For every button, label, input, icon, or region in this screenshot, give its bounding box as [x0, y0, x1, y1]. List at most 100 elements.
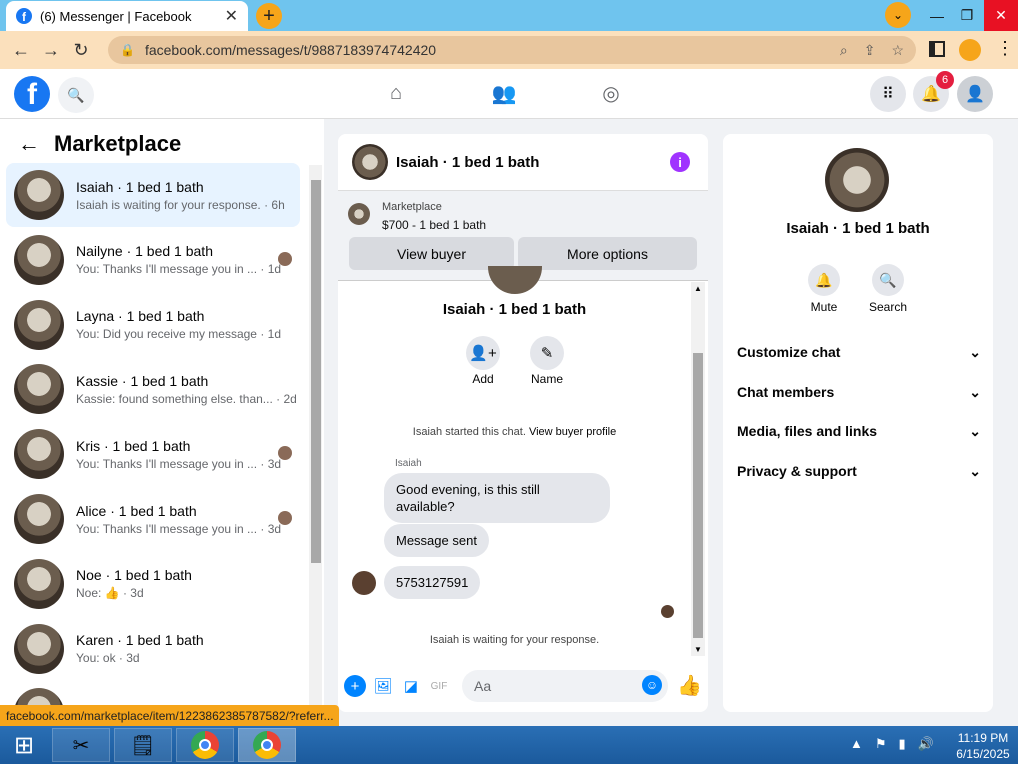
name-label: Name [530, 372, 563, 386]
volume-icon[interactable]: 🔊 [918, 736, 934, 752]
chat-header: Isaiah · 1 bed 1 bath i [338, 134, 708, 191]
conversation-preview: Kassie: found something else. than... · … [76, 391, 297, 406]
info-icon[interactable]: i [670, 152, 690, 172]
close-window-button[interactable]: ✕ [984, 0, 1018, 31]
tab-search-button[interactable]: ⌄ [885, 2, 911, 28]
chevron-down-icon: ⌄ [969, 383, 981, 400]
chat-avatar[interactable] [352, 144, 388, 180]
close-tab-icon[interactable]: ✕ [225, 6, 238, 26]
info-menu-item[interactable]: Customize chat ⌄ [737, 344, 981, 361]
read-receipt-avatar [661, 605, 674, 618]
groups-icon[interactable]: ◎ [598, 80, 624, 106]
search-icon[interactable]: 🔍 [872, 264, 904, 296]
conversation-preview: You: ok · 3d [76, 651, 140, 666]
info-menu-item[interactable]: Media, files and links ⌄ [737, 423, 981, 440]
conversation-avatar [14, 299, 64, 350]
chrome-icon[interactable] [176, 728, 234, 762]
thumbs-up-icon[interactable]: 👍 [677, 673, 702, 698]
back-icon[interactable]: ← [6, 35, 36, 65]
info-menu-item[interactable]: Chat members ⌄ [737, 384, 981, 401]
info-menu-item[interactable]: Privacy & support ⌄ [737, 463, 981, 480]
conversation-preview: Noe: 👍 · 3d [76, 586, 144, 601]
new-tab-button[interactable]: + [256, 3, 282, 29]
message-bubble: Message sent [384, 524, 489, 557]
taskbar-clock[interactable]: 11:19 PM 6/15/2025 [950, 730, 1016, 762]
facebook-logo-icon[interactable]: f [14, 76, 50, 112]
conversation-item[interactable]: Kris · 1 bed 1 bath You: Thanks I'll mess… [6, 422, 300, 486]
menu-grid-icon[interactable]: ⠿ [870, 76, 906, 112]
sidebar-toggle-icon[interactable] [929, 41, 945, 57]
photo-icon[interactable]: 🖼 [372, 675, 394, 697]
minimize-button[interactable]: — [920, 0, 954, 31]
account-avatar[interactable]: 👤 [957, 76, 993, 112]
chrome-active-icon[interactable] [238, 728, 296, 762]
add-person-icon[interactable]: 👤+ [466, 336, 500, 370]
conversation-name: Alice · 1 bed 1 bath [76, 502, 197, 519]
message-bubble: Good evening, is this still available? [384, 473, 610, 523]
reload-icon[interactable]: ↻ [66, 35, 96, 65]
chat-scrollbar-thumb[interactable] [693, 353, 703, 638]
emoji-icon[interactable]: ☺ [642, 675, 662, 695]
notification-badge: 6 [936, 71, 954, 89]
conversation-item[interactable]: Layna · 1 bed 1 bath You: Did you receive… [6, 293, 300, 357]
scroll-up-arrow-icon[interactable]: ▲ [694, 284, 702, 293]
status-bar-url: facebook.com/marketplace/item/1223862385… [0, 705, 339, 726]
profile-icon[interactable] [959, 39, 981, 61]
share-icon[interactable]: ⇪ [864, 42, 876, 59]
url-text: facebook.com/messages/t/9887183974742420 [144, 42, 437, 58]
conversation-avatar [14, 494, 64, 544]
gif-icon[interactable]: GIF [428, 675, 450, 697]
conversation-preview: Isaiah is waiting for your response. · 6… [76, 197, 285, 212]
conversation-item[interactable]: Karen · 1 bed 1 bath You: ok · 3d [6, 617, 300, 681]
sender-name: Isaiah [395, 458, 422, 469]
bookmark-star-icon[interactable]: ☆ [891, 42, 904, 59]
show-hidden-icons-icon[interactable]: ▲ [850, 736, 863, 752]
conversation-name: Nailyne · 1 bed 1 bath [76, 243, 213, 260]
home-icon[interactable]: ⌂ [383, 80, 409, 106]
sticker-icon[interactable]: ◪ [400, 675, 422, 697]
conversation-preview: You: Did you receive my message · 1d [76, 327, 281, 342]
list-scrollbar-thumb[interactable] [311, 180, 321, 563]
facebook-favicon-icon: f [16, 8, 32, 24]
url-field[interactable]: 🔒 facebook.com/messages/t/98871839747424… [108, 36, 916, 64]
back-arrow-icon[interactable]: ← [18, 131, 40, 157]
conversation-name: Layna · 1 bed 1 bath [76, 308, 205, 325]
conversation-item[interactable]: Isaiah · 1 bed 1 bath Isaiah is waiting f… [6, 163, 300, 227]
message-input[interactable]: Aa [462, 670, 668, 702]
restore-button[interactable]: ❐ [950, 0, 984, 31]
plus-actions-icon[interactable]: + [344, 675, 366, 697]
conversation-avatar [14, 429, 64, 480]
mute-label: Mute [810, 300, 838, 314]
menu-dots-icon[interactable]: ⋮ [996, 38, 1014, 59]
conversation-name: Kris · 1 bed 1 bath [76, 437, 191, 454]
network-icon[interactable]: ▮ [899, 736, 906, 752]
forward-icon[interactable]: → [36, 35, 66, 65]
windows-start-icon[interactable]: ⊞ [0, 726, 48, 764]
more-options-button[interactable]: More options [518, 237, 697, 270]
snipping-tool-icon[interactable]: ✂ [52, 728, 110, 762]
friends-icon[interactable]: 👥 [491, 80, 517, 106]
conversation-item[interactable]: Nailyne · 1 bed 1 bath You: Thanks I'll m… [6, 228, 300, 292]
chevron-down-icon: ⌄ [969, 344, 981, 360]
add-label: Add [472, 372, 494, 386]
search-icon[interactable]: 🔍 [58, 77, 94, 113]
conversation-item[interactable]: Noe · 1 bed 1 bath Noe: 👍 · 3d [6, 552, 300, 616]
listing-thumbnail [348, 203, 370, 225]
zoom-icon[interactable]: ⌕ [840, 42, 848, 59]
browser-tab[interactable]: f (6) Messenger | Facebook ✕ [6, 1, 248, 31]
clock-date: 6/15/2025 [956, 747, 1010, 761]
chat-title[interactable]: Isaiah · 1 bed 1 bath [396, 154, 670, 171]
edit-pencil-icon[interactable]: ✎ [530, 336, 564, 370]
conversation-item[interactable]: Kassie · 1 bed 1 bath Kassie: found somet… [6, 357, 300, 421]
search-label: Search [868, 300, 908, 314]
panel-title: Marketplace [54, 131, 182, 156]
view-buyer-profile-link[interactable]: View buyer profile [529, 426, 616, 438]
conversation-avatar [14, 558, 64, 609]
action-center-icon[interactable]: ⚑ [875, 736, 887, 752]
scroll-down-arrow-icon[interactable]: ▼ [694, 645, 702, 654]
conversation-avatar [14, 364, 64, 415]
sticky-notes-icon[interactable]: 🗒 [114, 728, 172, 762]
conversation-item[interactable]: Alice · 1 bed 1 bath You: Thanks I'll mes… [6, 487, 300, 551]
conversation-avatar [14, 234, 64, 285]
mute-bell-icon[interactable]: 🔔 [808, 264, 840, 296]
